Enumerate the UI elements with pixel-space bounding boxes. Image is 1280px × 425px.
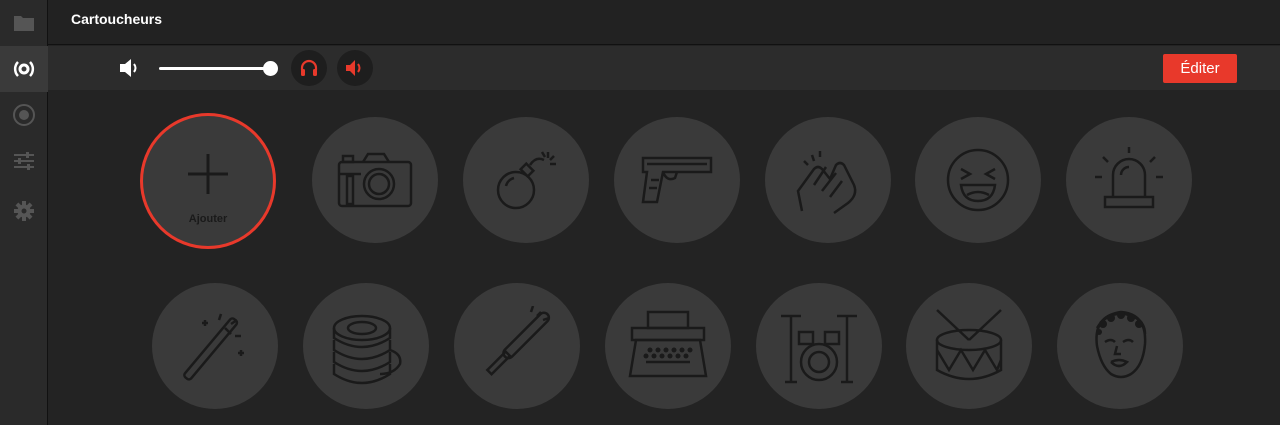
sidebar-item-record[interactable] bbox=[0, 92, 48, 138]
gear-icon bbox=[14, 201, 34, 221]
pad-coins[interactable] bbox=[303, 283, 429, 409]
volume-slider[interactable] bbox=[159, 58, 279, 78]
drum-kit-icon bbox=[781, 314, 857, 384]
pad-camera[interactable] bbox=[312, 117, 438, 243]
sidebar-item-files[interactable] bbox=[0, 0, 48, 46]
speaker-button[interactable] bbox=[337, 50, 373, 86]
drum-icon bbox=[935, 309, 1003, 381]
bomb-icon bbox=[496, 151, 556, 210]
edit-button[interactable]: Éditer bbox=[1163, 54, 1237, 83]
speaker-icon bbox=[346, 60, 361, 76]
headphones-button[interactable] bbox=[291, 50, 327, 86]
typewriter-icon bbox=[628, 310, 708, 378]
coins-icon bbox=[332, 314, 402, 385]
lightsaber-icon bbox=[485, 306, 551, 377]
toolbar: Éditer bbox=[48, 46, 1280, 90]
sliders-icon bbox=[14, 152, 34, 170]
pad-typewriter[interactable] bbox=[605, 283, 731, 409]
pad-siren[interactable] bbox=[1066, 117, 1192, 243]
meme-face-icon bbox=[1095, 310, 1147, 379]
app-window: Cartoucheurs Éditer Ajouter bbox=[0, 0, 1280, 425]
pad-bomb[interactable] bbox=[463, 117, 589, 243]
pad-clapping[interactable] bbox=[765, 117, 891, 243]
volume-slider-track bbox=[159, 67, 271, 70]
plus-icon bbox=[188, 154, 228, 194]
header: Cartoucheurs bbox=[48, 0, 1280, 45]
volume-icon bbox=[120, 59, 137, 77]
folder-icon bbox=[14, 16, 34, 31]
sidebar bbox=[0, 0, 48, 425]
pad-magic-wand[interactable] bbox=[152, 283, 278, 409]
page-title: Cartoucheurs bbox=[71, 11, 163, 27]
camera-icon bbox=[337, 152, 413, 208]
add-pad-label: Ajouter bbox=[188, 213, 228, 225]
pad-pistol[interactable] bbox=[614, 117, 740, 243]
sidebar-item-mixer[interactable] bbox=[0, 138, 48, 184]
pad-laughing[interactable] bbox=[915, 117, 1041, 243]
siren-icon bbox=[1095, 147, 1163, 209]
broadcast-icon bbox=[13, 61, 35, 77]
pad-drum-kit[interactable] bbox=[756, 283, 882, 409]
pad-drum[interactable] bbox=[906, 283, 1032, 409]
volume-slider-handle[interactable] bbox=[263, 61, 278, 76]
add-pad-button[interactable]: Ajouter bbox=[140, 113, 276, 249]
sidebar-item-settings[interactable] bbox=[0, 188, 48, 234]
pad-lightsaber[interactable] bbox=[454, 283, 580, 409]
record-icon bbox=[13, 104, 35, 126]
clapping-hands-icon bbox=[796, 151, 857, 215]
sidebar-item-broadcast[interactable] bbox=[0, 46, 48, 92]
headphones-icon bbox=[300, 59, 318, 76]
pad-meme-face[interactable] bbox=[1057, 283, 1183, 409]
magic-wand-icon bbox=[183, 313, 244, 381]
laughing-face-icon bbox=[946, 148, 1010, 212]
pistol-icon bbox=[641, 156, 713, 204]
